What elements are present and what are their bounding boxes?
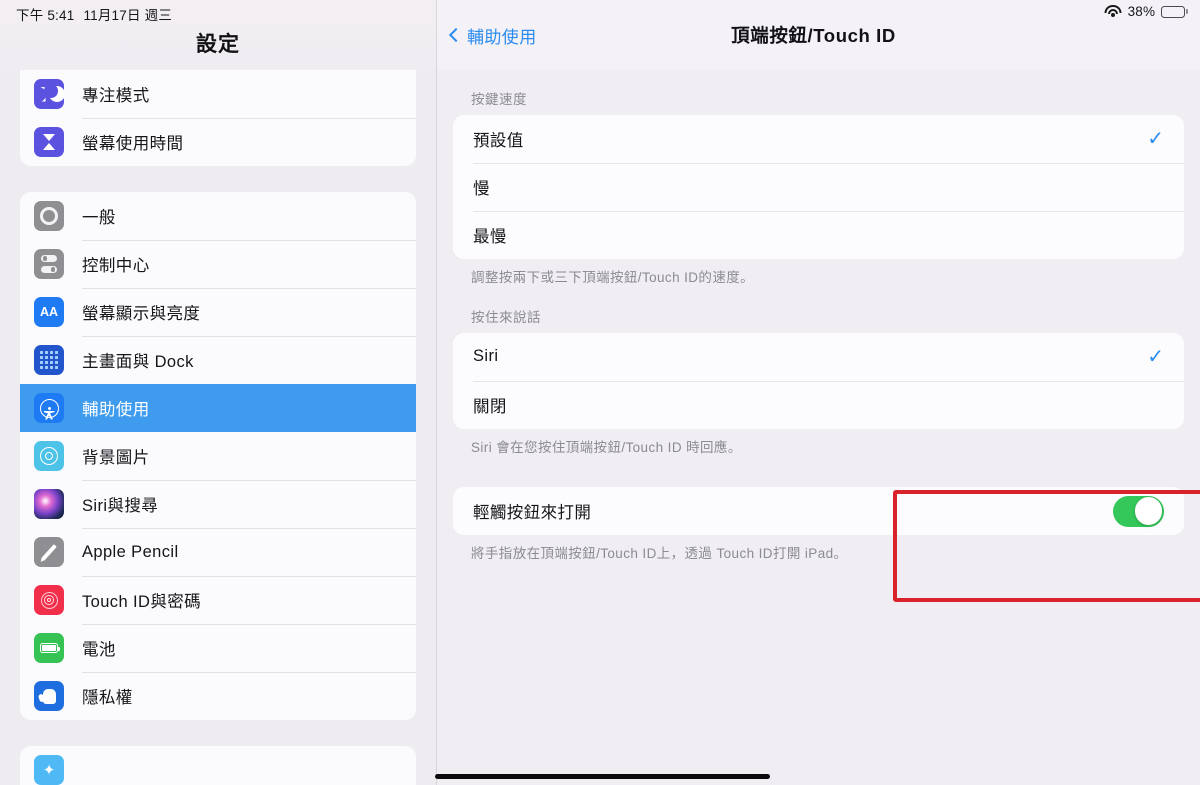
sidebar-item-app-grid[interactable]: 主畫面與 Dock <box>20 336 416 384</box>
sidebar-item-label: Touch ID與密碼 <box>82 593 202 611</box>
row-label: 預設值 <box>473 132 524 150</box>
back-button[interactable]: 輔助使用 <box>448 23 537 48</box>
row-label: Siri <box>473 347 499 366</box>
status-bar-left: 下午 5:41 11月17日 週三 <box>16 4 172 24</box>
chevron-left-icon <box>448 27 464 42</box>
flower-glyph <box>40 447 58 465</box>
moon-glyph <box>43 84 64 102</box>
sidebar-item-focus-moon[interactable]: 專注模式 <box>20 70 416 118</box>
sidebar-item-flower[interactable]: 背景圖片 <box>20 432 416 480</box>
sidebar-item-aa-text[interactable]: AA 螢幕顯示與亮度 <box>20 288 416 336</box>
pencil-icon <box>34 537 64 567</box>
sidebar-item-label: Apple Pencil <box>82 542 179 561</box>
battery-glyph <box>40 643 61 653</box>
detail-scroll-area[interactable]: 按鍵速度預設值 ✓ 慢最慢調整按兩下或三下頂端按鈕/Touch ID的速度。 按住來說… <box>437 70 1200 785</box>
detail-panel: 輔助使用 頂端按鈕/Touch ID 按鍵速度 預設值 ✓ 慢最慢 調整按兩下或三下頂端… <box>437 0 1200 785</box>
toggles-icon <box>34 249 64 279</box>
hand-glyph <box>42 688 56 704</box>
row-label: 最慢 <box>473 228 507 246</box>
sidebar-item-label: Siri與搜尋 <box>82 497 159 515</box>
settings-option-row[interactable]: 預設值 ✓ <box>453 115 1184 163</box>
pencil-glyph <box>41 543 57 561</box>
fingerprint-glyph <box>40 591 58 609</box>
sidebar-item-toggles[interactable]: 控制中心 <box>20 240 416 288</box>
sidebar-item-label: 電池 <box>82 641 116 659</box>
app-store-glyph: ✦ <box>42 761 56 779</box>
hourglass-icon <box>34 127 64 157</box>
settings-option-row[interactable]: Siri ✓ <box>453 333 1184 381</box>
sidebar-item-gear[interactable]: 一般 <box>20 192 416 240</box>
aa-text-icon: AA <box>34 297 64 327</box>
app-grid-icon <box>34 345 64 375</box>
checkmark-icon: ✓ <box>1147 345 1164 368</box>
sidebar-item-label: 背景圖片 <box>82 449 150 467</box>
sidebar-item-hourglass[interactable]: 螢幕使用時間 <box>20 118 416 166</box>
siri-orb-icon <box>34 489 64 519</box>
toggles-glyph <box>41 255 57 273</box>
sidebar-group: 一般控制中心 AA 螢幕顯示與亮度 主畫面與 Dock 輔助使用背景圖片 Siri與搜尋 A… <box>20 192 416 720</box>
battery-icon <box>1161 5 1188 18</box>
sidebar-item-label: 輔助使用 <box>82 401 150 419</box>
sidebar-item-label: 螢幕顯示與亮度 <box>82 305 201 323</box>
sidebar-item-battery[interactable]: 電池 <box>20 624 416 672</box>
toggle-knob <box>1134 497 1163 525</box>
row-label: 輕觸按鈕來打開 <box>473 504 592 523</box>
settings-toggle-row[interactable]: 輕觸按鈕來打開 <box>453 487 1184 535</box>
checkmark-icon: ✓ <box>1147 128 1164 150</box>
row-label: 關閉 <box>473 397 507 416</box>
status-bar: 下午 5:41 11月17日 週三 38% <box>0 0 1200 26</box>
row-label: 慢 <box>473 180 490 198</box>
status-time: 下午 5:41 <box>16 8 75 23</box>
sidebar-item-app-store[interactable]: ✦ <box>20 746 416 785</box>
focus-moon-icon <box>34 79 64 109</box>
sidebar-item-accessibility[interactable]: 輔助使用 <box>20 384 416 432</box>
sidebar-item-pencil[interactable]: Apple Pencil <box>20 528 416 576</box>
section-footer: 調整按兩下或三下頂端按鈕/Touch ID的速度。 <box>471 270 755 285</box>
home-indicator <box>435 774 770 779</box>
section-header: 按住來說話 <box>471 309 541 325</box>
section-footer: Siri 會在您按住頂端按鈕/Touch ID 時回應。 <box>471 439 742 455</box>
sidebar-item-label: 控制中心 <box>82 257 150 275</box>
settings-card: 輕觸按鈕來打開 <box>453 487 1184 536</box>
sidebar-item-label: 螢幕使用時間 <box>82 135 184 153</box>
sidebar-item-hand[interactable]: 隱私權 <box>20 672 416 720</box>
status-date: 11月17日 週三 <box>83 8 173 23</box>
sidebar-scroll-area[interactable]: 專注模式螢幕使用時間 一般控制中心 AA 螢幕顯示與亮度 主畫面與 Dock 輔助使用背景… <box>0 70 436 785</box>
sidebar-item-label: 專注模式 <box>82 87 150 105</box>
page-title: 設定 <box>196 33 240 56</box>
wifi-icon <box>1104 5 1122 18</box>
gear-icon <box>34 201 64 231</box>
settings-card: Siri ✓ 關閉 <box>453 332 1184 429</box>
settings-option-row[interactable]: 關閉 <box>453 380 1184 429</box>
fingerprint-icon <box>34 585 64 615</box>
battery-percent-label: 38% <box>1127 4 1156 19</box>
accessibility-icon <box>34 393 64 423</box>
ipad-settings-screen: 下午 5:41 11月17日 週三 38% 設定 專注模式螢幕使用時間 一般控制中… <box>0 0 1200 785</box>
accessibility-glyph <box>39 398 59 418</box>
sidebar-item-label: 一般 <box>82 209 116 227</box>
battery-icon <box>34 633 64 663</box>
app-store-icon: ✦ <box>34 755 64 785</box>
settings-option-row[interactable]: 慢 <box>453 163 1184 211</box>
section-header: 按鍵速度 <box>471 92 527 107</box>
back-button-label: 輔助使用 <box>467 27 537 47</box>
sidebar-item-siri-orb[interactable]: Siri與搜尋 <box>20 480 416 528</box>
settings-sidebar[interactable]: 設定 專注模式螢幕使用時間 一般控制中心 AA 螢幕顯示與亮度 主畫面與 Dock 輔助使… <box>0 0 437 785</box>
settings-option-row[interactable]: 最慢 <box>453 211 1184 259</box>
settings-card: 預設值 ✓ 慢最慢 <box>453 115 1184 259</box>
section-footer: 將手指放在頂端按鈕/Touch ID上，透過 Touch ID打開 iPad。 <box>471 546 848 562</box>
status-bar-right: 38% <box>1104 4 1188 19</box>
app-grid-glyph <box>40 351 58 369</box>
sidebar-item-label: 主畫面與 Dock <box>82 353 194 371</box>
flower-icon <box>34 441 64 471</box>
sidebar-item-label: 隱私權 <box>82 689 133 707</box>
sidebar-item-fingerprint[interactable]: Touch ID與密碼 <box>20 576 416 624</box>
gear-glyph <box>40 207 58 225</box>
sidebar-group: ✦ <box>20 746 416 785</box>
hand-icon <box>34 681 64 711</box>
toggle-switch[interactable] <box>1113 495 1164 527</box>
sidebar-group: 專注模式螢幕使用時間 <box>20 70 416 166</box>
hourglass-glyph <box>43 134 55 150</box>
